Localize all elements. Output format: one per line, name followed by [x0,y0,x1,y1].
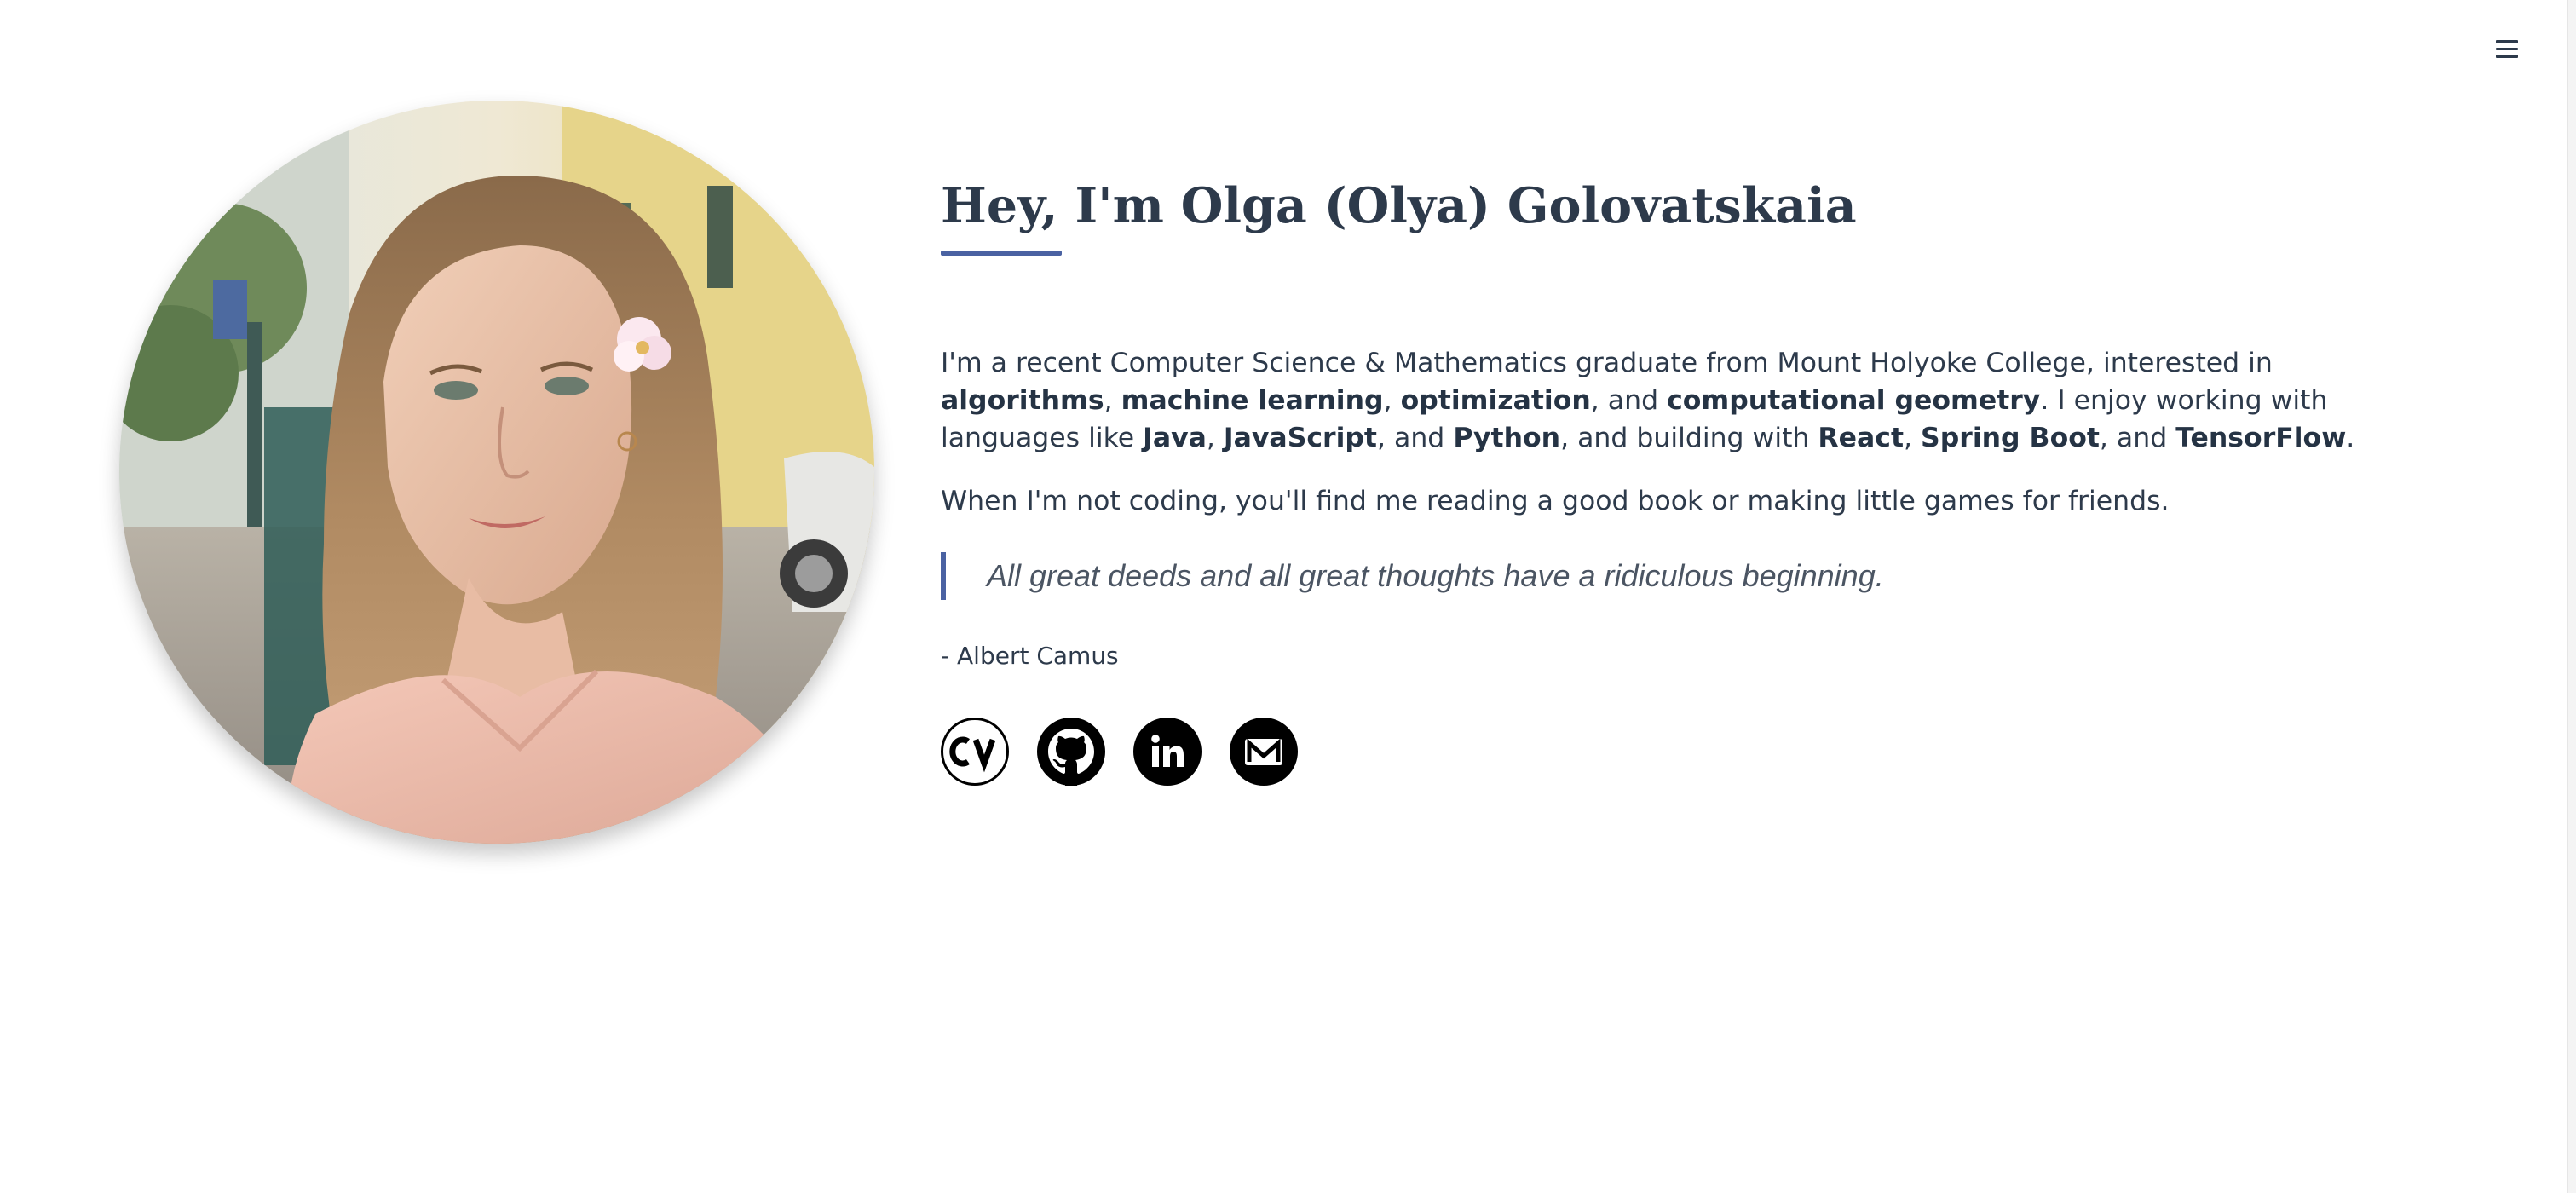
mail-icon [1230,718,1298,786]
linkedin-link[interactable] [1133,718,1202,786]
social-links [941,718,2415,786]
bio-text: , [1104,385,1121,416]
intro-section: Hey, I'm Olga (Olya) Golovatskaia I'm a … [941,167,2415,786]
page-scrollbar[interactable] [2567,0,2576,1193]
bio-text: . [2346,423,2355,453]
github-icon [1037,718,1105,786]
bio-text: I'm a recent Computer Science & Mathemat… [941,348,2273,378]
linkedin-icon [1133,718,1202,786]
bio-text: , and [2099,423,2176,453]
bio-keyword: algorithms [941,385,1104,416]
quote-text: All great deeds and all great thoughts h… [987,558,1884,593]
bio-keyword: TensorFlow [2175,423,2347,453]
bio-text: , and building with [1560,423,1818,453]
title-underline [941,251,1062,256]
cv-link[interactable] [941,718,1009,786]
bio-keyword: Python [1453,423,1561,453]
hobby-paragraph: When I'm not coding, you'll find me read… [941,486,2170,516]
bio-keyword: React [1818,423,1905,453]
email-link[interactable] [1230,718,1298,786]
bio-keyword: Spring Boot [1921,423,2100,453]
quote-author: - Albert Camus [941,642,1119,670]
bio-keyword: machine learning [1121,385,1384,416]
quote-block: All great deeds and all great thoughts h… [941,552,2415,600]
hamburger-menu-icon[interactable] [2492,34,2521,63]
menu-bar-bottom [2496,55,2518,58]
bio-keyword: optimization [1400,385,1591,416]
bio-keyword: JavaScript [1223,423,1377,453]
bio-keyword: Java [1143,423,1207,453]
bio-paragraph: I'm a recent Computer Science & Mathemat… [941,344,2415,457]
bio-keyword: computational geometry [1667,385,2041,416]
page-title: Hey, I'm Olga (Olya) Golovatskaia [941,177,1857,234]
profile-photo [119,101,874,844]
bio-text: , [1206,423,1224,453]
bio-text: , and [1377,423,1454,453]
menu-bar-middle [2496,47,2518,50]
github-link[interactable] [1037,718,1105,786]
menu-bar-top [2496,40,2518,43]
cv-icon [941,718,1009,786]
bio-text: , [1383,385,1401,416]
bio-text: , and [1590,385,1668,416]
bio-text: , [1904,423,1922,453]
